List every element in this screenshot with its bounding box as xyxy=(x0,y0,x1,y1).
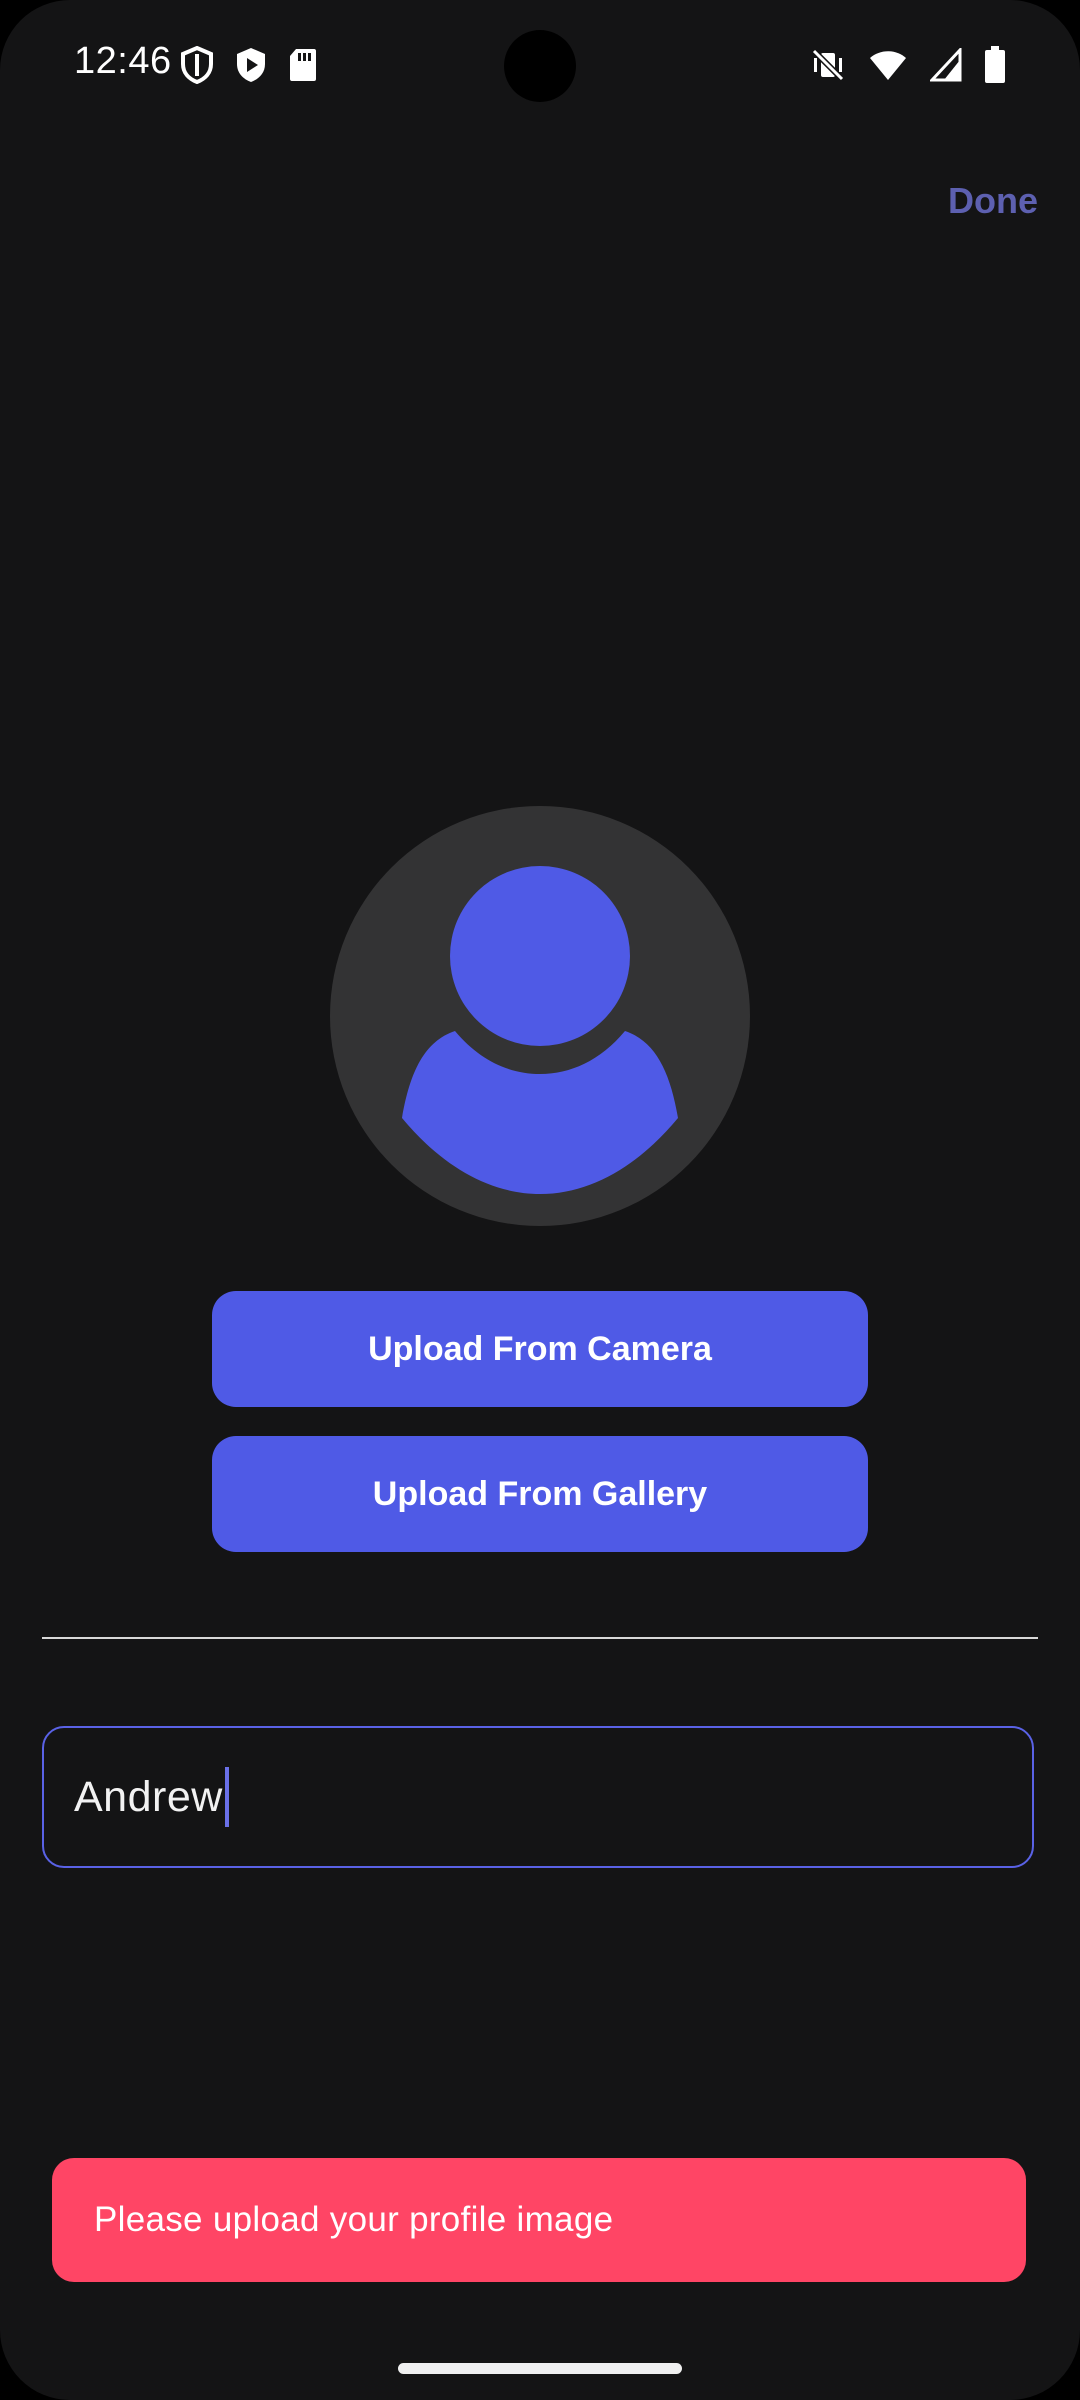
error-snackbar: Please upload your profile image xyxy=(52,2158,1026,2282)
sd-card-icon xyxy=(288,47,318,83)
status-left-icons xyxy=(180,46,318,84)
name-input[interactable]: Andrew xyxy=(42,1726,1034,1868)
signal-icon xyxy=(930,48,962,82)
status-bar: 12:46 xyxy=(0,0,1080,130)
play-protect-icon xyxy=(234,46,268,84)
battery-icon xyxy=(984,46,1006,84)
person-placeholder-icon xyxy=(330,806,750,1226)
done-button[interactable]: Done xyxy=(948,180,1038,222)
snackbar-message: Please upload your profile image xyxy=(94,2200,614,2239)
upload-from-gallery-button[interactable]: Upload From Gallery xyxy=(212,1436,868,1552)
name-input-value: Andrew xyxy=(74,1772,223,1821)
shield-icon xyxy=(180,46,214,84)
home-indicator[interactable] xyxy=(398,2363,682,2374)
avatar[interactable] xyxy=(330,806,750,1226)
upload-from-gallery-label: Upload From Gallery xyxy=(372,1474,708,1513)
profile-setup-screen: 12:46 Done Upload From Camera Upload Fro… xyxy=(0,0,1080,2400)
vibrate-off-icon xyxy=(810,47,846,83)
upload-from-camera-label: Upload From Camera xyxy=(368,1329,712,1368)
text-cursor xyxy=(224,1767,229,1827)
wifi-icon xyxy=(868,48,908,82)
status-right-icons xyxy=(810,46,1006,84)
divider xyxy=(42,1637,1038,1639)
status-time: 12:46 xyxy=(74,40,172,82)
front-camera-cutout xyxy=(504,30,576,102)
upload-from-camera-button[interactable]: Upload From Camera xyxy=(212,1291,868,1407)
